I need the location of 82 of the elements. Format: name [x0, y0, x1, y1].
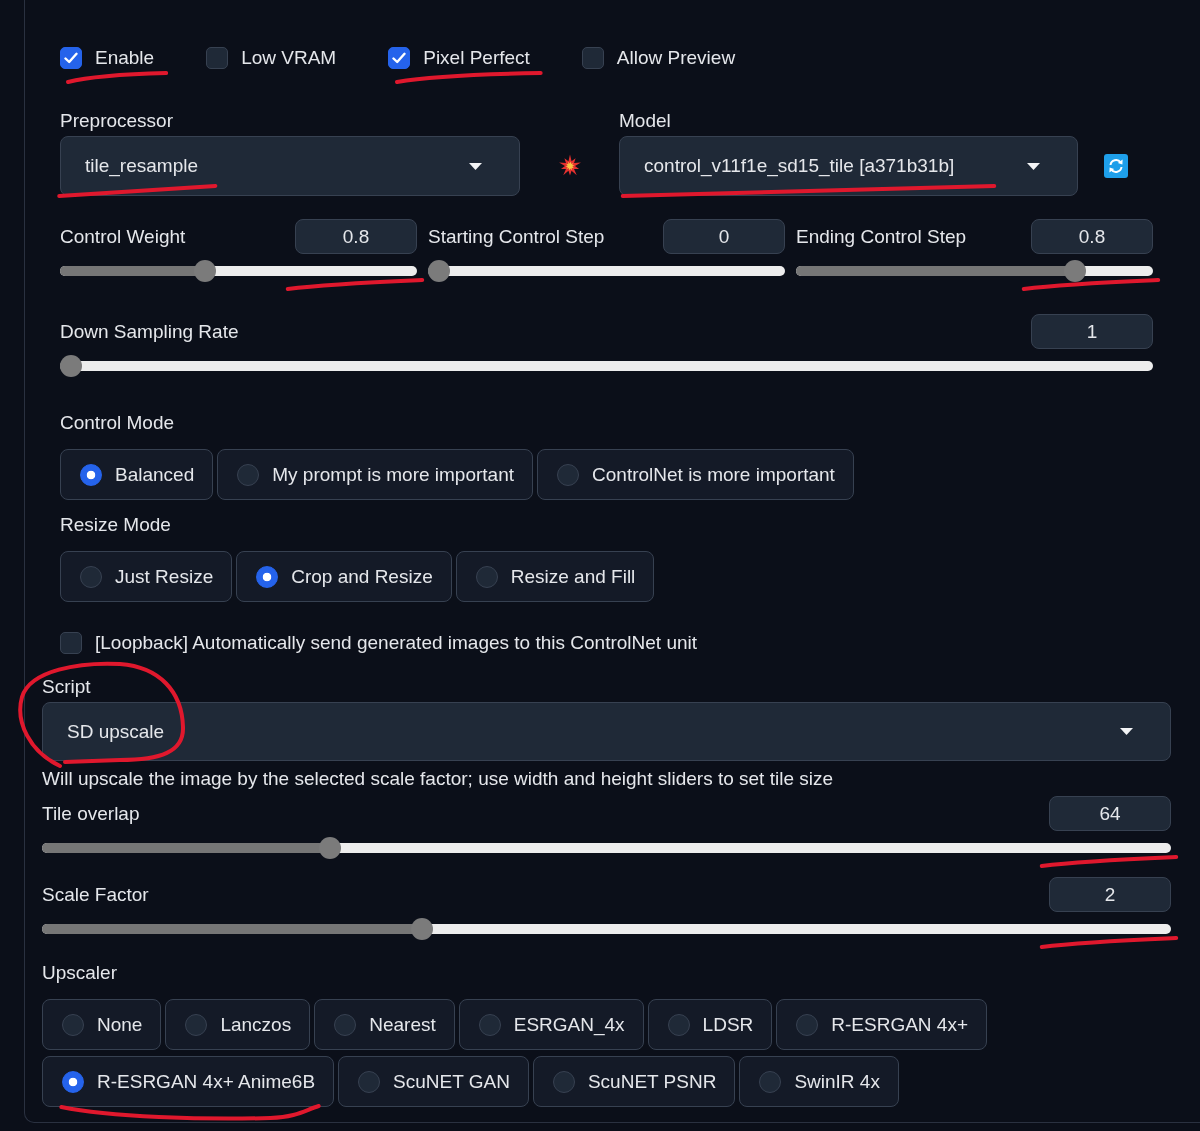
slider-track[interactable]: [796, 260, 1153, 282]
slider-label: Ending Control Step: [796, 225, 967, 248]
radio-option[interactable]: Resize and Fill: [455, 551, 655, 602]
checkbox[interactable]: [60, 632, 82, 654]
radio-option[interactable]: R-ESRGAN 4x+: [776, 999, 988, 1050]
radio-icon[interactable]: [552, 1070, 575, 1093]
slider-track[interactable]: [60, 355, 1153, 377]
dropdown[interactable]: control_v11f1e_sd15_tile [a371b31b]: [619, 136, 1078, 196]
number-field[interactable]: 0.8: [295, 219, 417, 254]
slider-label: Control Weight: [60, 225, 186, 248]
slider-thumb[interactable]: [60, 355, 82, 377]
info-text: Will upscale the image by the selected scale factor; use width and height sliders to set tile size: [42, 768, 834, 790]
radio-option[interactable]: Lanczos: [165, 999, 311, 1050]
radio-option[interactable]: Crop and Resize: [236, 551, 452, 602]
radio-icon[interactable]: [667, 1013, 690, 1036]
slider-thumb[interactable]: [194, 260, 216, 282]
slider-label: Tile overlap: [42, 802, 140, 825]
slider-label: Scale Factor: [42, 883, 149, 906]
radio-icon[interactable]: [334, 1013, 357, 1036]
field-label: Script: [42, 676, 92, 698]
checkbox[interactable]: [60, 47, 82, 69]
radio-option[interactable]: ScuNET GAN: [338, 1056, 529, 1107]
radio-icon[interactable]: [256, 565, 279, 588]
radio-option[interactable]: ESRGAN_4x: [458, 999, 644, 1050]
check-icon: [392, 52, 407, 64]
checkbox-label[interactable]: [Loopback] Automatically send generated images to this ControlNet unit: [95, 632, 698, 654]
radio-option[interactable]: Balanced: [60, 449, 214, 500]
caret-icon: [1120, 728, 1133, 735]
slider-label: Starting Control Step: [428, 225, 605, 248]
check-icon: [64, 52, 78, 64]
radio-option[interactable]: SwinIR 4x: [739, 1056, 899, 1107]
radio-option[interactable]: ScuNET PSNR: [532, 1056, 736, 1107]
checkbox[interactable]: [206, 47, 229, 69]
radio-icon[interactable]: [185, 1013, 208, 1036]
slider-thumb[interactable]: [318, 837, 341, 859]
section-label: Resize Mode: [60, 514, 172, 536]
refresh-icon[interactable]: [1103, 154, 1128, 178]
number-field[interactable]: 0.8: [1031, 219, 1153, 254]
radio-option[interactable]: Just Resize: [60, 551, 233, 602]
checkbox[interactable]: [581, 47, 604, 69]
checkbox[interactable]: [388, 47, 411, 69]
number-field[interactable]: 1: [1031, 314, 1153, 349]
caret-icon: [469, 162, 482, 170]
slider-thumb[interactable]: [428, 260, 450, 282]
radio-option[interactable]: My prompt is more important: [217, 449, 534, 500]
radio-option[interactable]: Nearest: [314, 999, 455, 1050]
checkbox-label[interactable]: Pixel Perfect: [423, 47, 530, 69]
slider-track[interactable]: [60, 260, 417, 282]
slider-label: Down Sampling Rate: [60, 320, 239, 343]
slider-track[interactable]: [428, 260, 785, 282]
radio-icon[interactable]: [557, 463, 580, 486]
radio-option[interactable]: R-ESRGAN 4x+ Anime6B: [42, 1056, 335, 1107]
checkbox-label[interactable]: Allow Preview: [616, 47, 736, 69]
section-label: Control Mode: [60, 412, 176, 434]
number-field[interactable]: 2: [1049, 877, 1171, 912]
slider-thumb[interactable]: [410, 918, 433, 940]
radio-option[interactable]: None: [42, 999, 162, 1050]
field-label: Model: [619, 110, 672, 132]
checkbox-label[interactable]: Low VRAM: [241, 47, 337, 69]
radio-icon[interactable]: [475, 565, 498, 588]
slider-track[interactable]: [42, 918, 1171, 940]
number-field[interactable]: 64: [1049, 796, 1171, 831]
radio-icon[interactable]: [237, 463, 260, 486]
radio-icon[interactable]: [80, 565, 102, 588]
radio-icon[interactable]: [796, 1013, 819, 1036]
radio-icon[interactable]: [62, 1070, 84, 1093]
dropdown[interactable]: SD upscale: [42, 702, 1171, 761]
dropdown[interactable]: tile_resample: [60, 136, 520, 196]
radio-icon[interactable]: [80, 463, 102, 486]
radio-option[interactable]: ControlNet is more important: [537, 449, 854, 500]
checkbox-label[interactable]: Enable: [95, 47, 155, 69]
number-field[interactable]: 0: [663, 219, 785, 254]
radio-option[interactable]: LDSR: [647, 999, 773, 1050]
radio-icon[interactable]: [759, 1070, 782, 1093]
field-label: Preprocessor: [60, 110, 174, 132]
section-label: Upscaler: [42, 962, 118, 984]
radio-icon[interactable]: [478, 1013, 501, 1036]
slider-track[interactable]: [42, 837, 1171, 859]
caret-icon: [1027, 162, 1040, 170]
radio-icon[interactable]: [358, 1070, 381, 1093]
radio-icon[interactable]: [62, 1013, 84, 1036]
slider-thumb[interactable]: [1064, 260, 1086, 282]
